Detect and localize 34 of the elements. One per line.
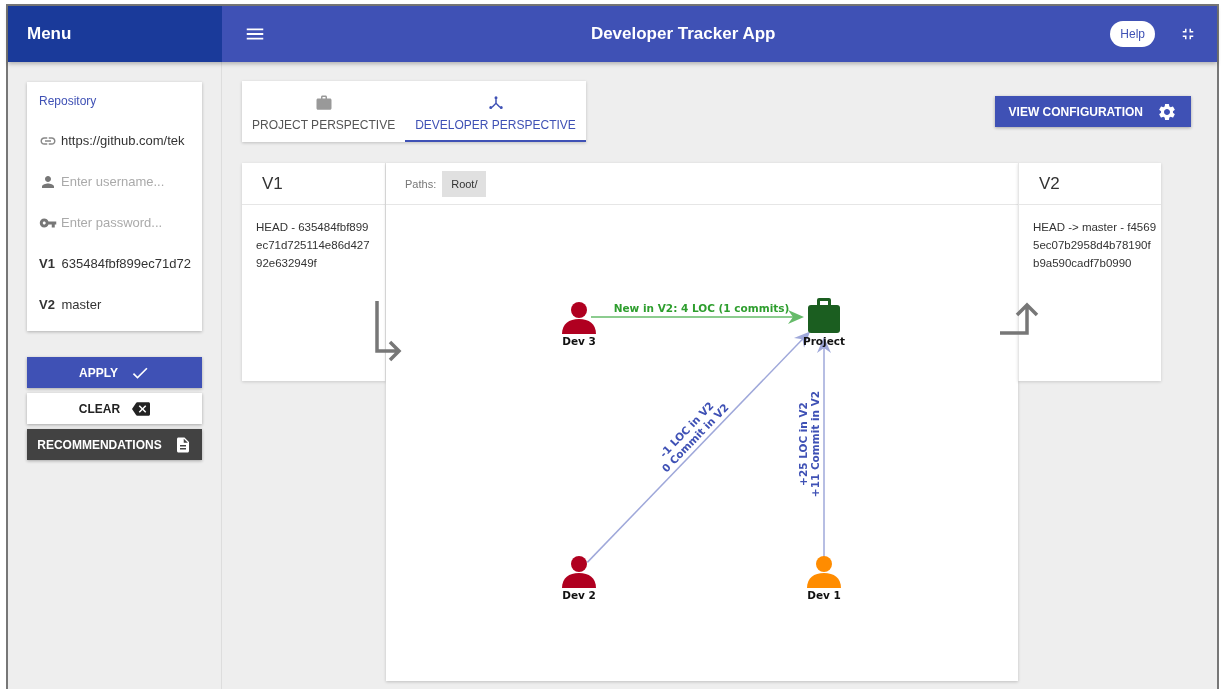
person-icon[interactable]: [562, 302, 596, 334]
view-configuration-button[interactable]: VIEW CONFIGURATION: [994, 96, 1191, 127]
perspective-tab[interactable]: DEVELOPER PERSPECTIVE: [405, 81, 586, 142]
v2-commit: HEAD -> master - f45695ec07b2958d4b78190fb9a590cadf7b0990: [1032, 220, 1158, 271]
edge-label: New in V2: 4 LOC (1 commits): [613, 302, 790, 314]
repository-url[interactable]: https://github.com/tek: [61, 133, 185, 148]
menu-title: Menu: [27, 24, 72, 44]
backspace-icon: [132, 399, 151, 418]
clear-button[interactable]: CLEAR: [27, 393, 202, 424]
node-label: Dev 2: [562, 589, 596, 601]
person-icon[interactable]: [562, 556, 596, 588]
settings-icon: [1157, 101, 1177, 122]
node-label: Dev 3: [562, 335, 596, 347]
v1-commit: HEAD - 635484fbf899ec71d725114e86d42792e632949f: [255, 220, 371, 271]
repository-heading: Repository: [39, 94, 98, 108]
branch-icon: [486, 93, 505, 112]
path-chip[interactable]: Root/: [442, 170, 487, 197]
v2-title: V2: [1039, 173, 1060, 194]
node-label: Project: [802, 335, 846, 347]
v2-field[interactable]: V2 master: [39, 297, 102, 312]
edge-label: +11 Commit in V2: [809, 390, 821, 498]
apply-button[interactable]: APPLY: [27, 357, 202, 388]
briefcase-icon[interactable]: [808, 298, 840, 333]
perspective-tab[interactable]: PROJECT PERSPECTIVE: [242, 81, 406, 142]
edge-label: +25 LOC in V2: [797, 402, 809, 486]
briefcase-icon: [314, 93, 333, 112]
recommendations-button[interactable]: RECOMMENDATIONS: [27, 429, 202, 460]
turn-right-arrow-icon: [373, 299, 403, 363]
v1-title: V1: [262, 173, 283, 194]
app-title: Developer Tracker App: [589, 24, 777, 44]
help-button[interactable]: Help: [1110, 21, 1155, 47]
node-label: Dev 1: [807, 589, 841, 601]
paths-label: Paths:: [405, 177, 437, 190]
v1-field[interactable]: V1 635484fbf899ec71d72: [39, 256, 191, 271]
